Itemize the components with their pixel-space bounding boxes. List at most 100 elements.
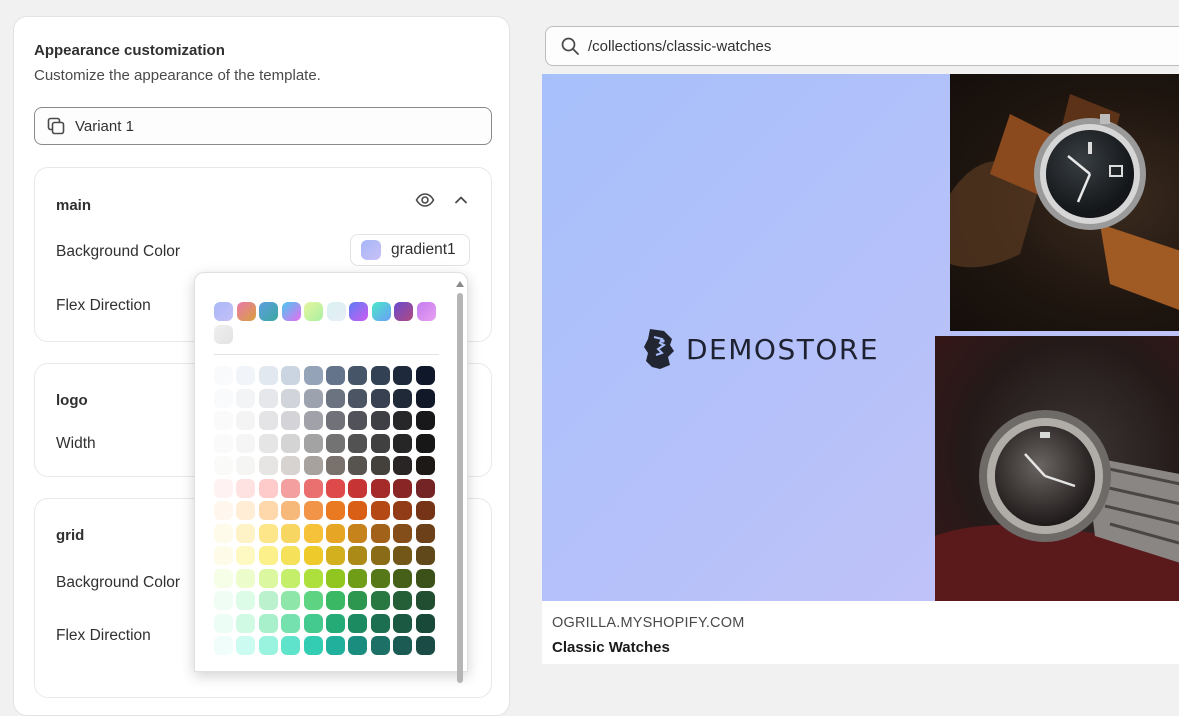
gradient-swatch[interactable] [304, 302, 323, 321]
color-swatch[interactable] [348, 456, 368, 475]
color-swatch[interactable] [303, 523, 323, 543]
gradient-swatch[interactable] [214, 325, 233, 344]
color-swatch[interactable] [370, 501, 390, 520]
color-swatch[interactable] [415, 613, 435, 633]
color-swatch[interactable] [348, 433, 368, 453]
color-swatch[interactable] [214, 636, 233, 655]
color-swatch[interactable] [348, 388, 368, 408]
color-swatch[interactable] [214, 366, 233, 385]
color-swatch[interactable] [370, 478, 390, 498]
color-swatch[interactable] [325, 433, 345, 453]
gradient-swatch[interactable] [281, 302, 301, 321]
color-swatch[interactable] [370, 523, 390, 543]
color-swatch[interactable] [236, 546, 256, 565]
color-swatch[interactable] [236, 433, 256, 453]
gradient-swatch[interactable] [394, 302, 413, 321]
gradient-swatch[interactable] [214, 302, 233, 321]
color-swatch[interactable] [348, 636, 368, 655]
color-swatch[interactable] [415, 366, 435, 385]
color-swatch[interactable] [348, 523, 368, 543]
color-swatch[interactable] [258, 568, 278, 588]
eye-icon[interactable] [415, 190, 435, 210]
color-swatch[interactable] [236, 478, 256, 498]
watch-image-steel[interactable] [935, 336, 1179, 601]
gradient-swatch[interactable] [236, 302, 256, 321]
main-background-color-button[interactable]: gradient1 [350, 234, 470, 266]
color-swatch[interactable] [214, 433, 233, 453]
color-swatch[interactable] [348, 591, 368, 610]
color-swatch[interactable] [281, 456, 301, 475]
color-swatch[interactable] [325, 568, 345, 588]
color-swatch[interactable] [281, 478, 301, 498]
color-swatch[interactable] [415, 456, 435, 475]
color-swatch[interactable] [393, 591, 413, 610]
color-swatch[interactable] [415, 501, 435, 520]
color-swatch[interactable] [370, 568, 390, 588]
color-swatch[interactable] [348, 411, 368, 430]
picker-scrollbar[interactable] [456, 281, 464, 683]
color-swatch[interactable] [325, 411, 345, 430]
color-swatch[interactable] [325, 523, 345, 543]
color-swatch[interactable] [303, 636, 323, 655]
color-swatch[interactable] [258, 636, 278, 655]
color-swatch[interactable] [214, 591, 233, 610]
color-swatch[interactable] [214, 478, 233, 498]
color-swatch[interactable] [281, 523, 301, 543]
color-swatch[interactable] [370, 411, 390, 430]
color-swatch[interactable] [236, 591, 256, 610]
color-swatch[interactable] [370, 546, 390, 565]
color-swatch[interactable] [393, 388, 413, 408]
color-swatch[interactable] [303, 546, 323, 565]
color-swatch[interactable] [303, 591, 323, 610]
color-swatch[interactable] [303, 613, 323, 633]
color-swatch[interactable] [214, 568, 233, 588]
color-swatch[interactable] [236, 411, 256, 430]
color-swatch[interactable] [214, 501, 233, 520]
color-swatch[interactable] [415, 388, 435, 408]
color-swatch[interactable] [281, 546, 301, 565]
color-swatch[interactable] [236, 456, 256, 475]
color-swatch[interactable] [303, 478, 323, 498]
color-swatch[interactable] [370, 591, 390, 610]
color-swatch[interactable] [415, 523, 435, 543]
watch-image-leather[interactable] [950, 74, 1179, 331]
color-swatch[interactable] [258, 411, 278, 430]
color-swatch[interactable] [236, 366, 256, 385]
color-swatch[interactable] [370, 456, 390, 475]
color-swatch[interactable] [370, 366, 390, 385]
color-swatch[interactable] [393, 523, 413, 543]
color-swatch[interactable] [325, 501, 345, 520]
color-swatch[interactable] [214, 411, 233, 430]
color-swatch[interactable] [348, 613, 368, 633]
color-swatch[interactable] [415, 478, 435, 498]
color-swatch[interactable] [281, 433, 301, 453]
color-swatch[interactable] [348, 568, 368, 588]
color-swatch[interactable] [370, 636, 390, 655]
color-swatch[interactable] [303, 388, 323, 408]
color-swatch[interactable] [281, 366, 301, 385]
color-swatch[interactable] [258, 366, 278, 385]
color-swatch[interactable] [236, 523, 256, 543]
color-swatch[interactable] [214, 456, 233, 475]
color-swatch[interactable] [236, 568, 256, 588]
color-swatch[interactable] [303, 433, 323, 453]
color-swatch[interactable] [236, 388, 256, 408]
gradient-swatch[interactable] [416, 302, 436, 321]
color-swatch[interactable] [258, 388, 278, 408]
color-swatch[interactable] [325, 388, 345, 408]
color-swatch[interactable] [303, 501, 323, 520]
color-swatch[interactable] [303, 456, 323, 475]
color-swatch[interactable] [415, 636, 435, 655]
color-swatch[interactable] [281, 388, 301, 408]
color-swatch[interactable] [325, 591, 345, 610]
color-swatch[interactable] [258, 433, 278, 453]
chevron-up-icon[interactable] [451, 190, 471, 210]
color-swatch[interactable] [325, 456, 345, 475]
color-swatch[interactable] [393, 501, 413, 520]
color-swatch[interactable] [258, 546, 278, 565]
color-swatch[interactable] [303, 568, 323, 588]
gradient-swatch[interactable] [259, 302, 278, 321]
color-swatch[interactable] [415, 411, 435, 430]
color-swatch[interactable] [214, 523, 233, 543]
color-swatch[interactable] [236, 613, 256, 633]
